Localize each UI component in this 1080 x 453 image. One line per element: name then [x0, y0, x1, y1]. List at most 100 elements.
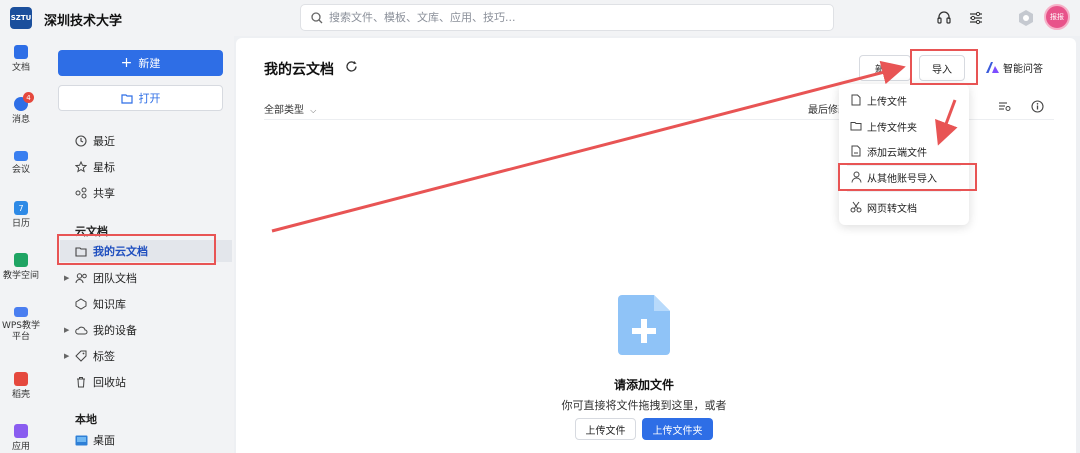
annotation-highlight-my-cloud-docs: [57, 234, 216, 265]
teaching-space-icon: [14, 253, 28, 267]
rail-item-calendar[interactable]: 7 日历: [0, 201, 42, 230]
upload-folder-button[interactable]: 上传文件夹: [642, 418, 713, 440]
rail-label: 日历: [11, 219, 30, 229]
share-icon: [74, 186, 88, 200]
sidebar-item-starred[interactable]: 星标: [60, 156, 232, 178]
new-doc-label: 新建: [875, 64, 895, 76]
menu-item-upload-file[interactable]: 上传文件: [839, 89, 969, 111]
rail-label: 消息: [11, 115, 30, 125]
sidebar-item-label: 团队文档: [93, 272, 137, 285]
cloud-device-icon: [74, 323, 88, 337]
new-button-label: 新建: [138, 57, 161, 70]
rail-item-docs[interactable]: 文档: [0, 45, 42, 74]
local-section-title: 本地: [75, 413, 97, 426]
sliders-icon[interactable]: [967, 9, 985, 27]
sidebar-item-label: 回收站: [93, 376, 126, 389]
annotation-highlight-import-other-account: [838, 163, 977, 191]
menu-item-label: 网页转文档: [867, 203, 917, 215]
sidebar-item-my-devices[interactable]: ▶ 我的设备: [60, 319, 232, 341]
search-bar[interactable]: [300, 4, 834, 31]
docer-icon: [14, 372, 28, 386]
calendar-icon: 7: [14, 201, 28, 215]
sidebar-item-label: 桌面: [93, 434, 115, 447]
rail-item-docer[interactable]: 稻壳: [0, 372, 42, 401]
sidebar-item-shared[interactable]: 共享: [60, 182, 232, 204]
rail-item-messages[interactable]: 4 消息: [0, 92, 42, 126]
team-icon: [74, 271, 88, 285]
sidebar-item-team-docs[interactable]: ▶ 团队文档: [60, 267, 232, 289]
tag-icon: [74, 349, 88, 363]
left-rail: 文档 4 消息 会议 7 日历 教学空间 WPS教学 平台 稻壳 应用: [0, 36, 42, 453]
rail-item-apps[interactable]: 应用: [0, 424, 42, 453]
menu-divider: [847, 191, 961, 192]
rail-item-teaching-space[interactable]: 教学空间: [0, 253, 42, 282]
plus-icon: +: [120, 55, 133, 71]
sidebar-item-label: 星标: [93, 161, 115, 174]
folder-open-icon: [120, 93, 133, 104]
sidebar-item-label: 标签: [93, 350, 115, 363]
annotation-highlight-import: [910, 49, 978, 85]
document-icon: [14, 45, 28, 59]
desktop-icon: [74, 433, 88, 447]
cloud-file-icon: [850, 145, 862, 157]
open-button-label: 打开: [138, 92, 161, 105]
refresh-icon[interactable]: [345, 60, 358, 76]
apps-icon: [14, 424, 28, 438]
wps-platform-icon: [14, 307, 28, 317]
empty-state-description: 你可直接将文件拖拽到这里，或者: [561, 399, 727, 412]
empty-state-title: 请添加文件: [613, 378, 674, 392]
menu-item-add-cloud-file[interactable]: 添加云端文件: [839, 140, 969, 162]
sidebar-item-knowledge-base[interactable]: 知识库: [60, 293, 232, 315]
ai-qa-button[interactable]: 智能问答: [986, 60, 1043, 75]
search-icon: [311, 11, 323, 23]
list-settings-icon[interactable]: [998, 100, 1011, 115]
rail-label: WPS教学 平台: [1, 321, 41, 342]
menu-item-label: 添加云端文件: [867, 147, 927, 159]
upload-folder-label: 上传文件夹: [652, 425, 703, 437]
message-icon: 4: [14, 92, 34, 111]
caret-right-icon[interactable]: ▶: [64, 352, 69, 360]
menu-item-webpage-to-doc[interactable]: 网页转文档: [839, 196, 969, 218]
sidebar-item-label: 我的设备: [93, 324, 137, 337]
menu-item-label: 上传文件: [867, 96, 907, 108]
rail-label: 应用: [11, 442, 30, 452]
page-title: 我的云文档: [264, 62, 334, 78]
import-dropdown-menu: 上传文件 上传文件夹 添加云端文件 从其他账号导入 网页转文档: [839, 84, 969, 225]
caret-right-icon[interactable]: ▶: [64, 326, 69, 334]
type-filter-label: 全部类型: [264, 105, 304, 116]
rail-label: 教学空间: [2, 271, 39, 281]
rail-item-meeting[interactable]: 会议: [0, 149, 42, 176]
sidebar-item-tags[interactable]: ▶ 标签: [60, 345, 232, 367]
chevron-down-icon: ⌵: [310, 106, 317, 115]
menu-item-upload-folder[interactable]: 上传文件夹: [839, 115, 969, 137]
knowledge-icon: [74, 297, 88, 311]
file-icon: [850, 94, 862, 106]
new-button[interactable]: + 新建: [58, 50, 223, 76]
university-logo: SZTU: [10, 7, 32, 29]
sidebar-item-desktop[interactable]: 桌面: [60, 429, 232, 451]
unread-badge: 4: [23, 92, 34, 103]
sidebar-item-recent[interactable]: 最近: [60, 130, 232, 152]
org-name: 深圳技术大学: [44, 14, 123, 29]
ai-logo-icon: [986, 62, 999, 73]
upload-file-button[interactable]: 上传文件: [575, 418, 636, 440]
rail-label: 稻壳: [11, 390, 30, 400]
rail-item-wps-teaching[interactable]: WPS教学 平台: [0, 305, 42, 343]
caret-right-icon[interactable]: ▶: [64, 274, 69, 282]
new-doc-button[interactable]: 新建: [859, 55, 911, 81]
clock-icon: [74, 134, 88, 148]
type-filter-dropdown[interactable]: 全部类型 ⌵: [264, 101, 316, 116]
sidebar-item-recycle-bin[interactable]: 回收站: [60, 371, 232, 393]
star-icon: [74, 160, 88, 174]
sidebar-item-label: 最近: [93, 135, 115, 148]
hexagon-app-icon[interactable]: [1017, 9, 1035, 27]
open-button[interactable]: 打开: [58, 85, 223, 111]
headset-icon[interactable]: [935, 9, 953, 27]
info-icon[interactable]: [1031, 100, 1044, 116]
rail-label: 会议: [11, 165, 30, 175]
user-avatar[interactable]: 报报: [1044, 4, 1070, 30]
sidebar-item-label: 知识库: [93, 298, 126, 311]
scissors-icon: [850, 201, 862, 213]
search-input[interactable]: [329, 11, 809, 24]
video-camera-icon: [14, 151, 28, 161]
